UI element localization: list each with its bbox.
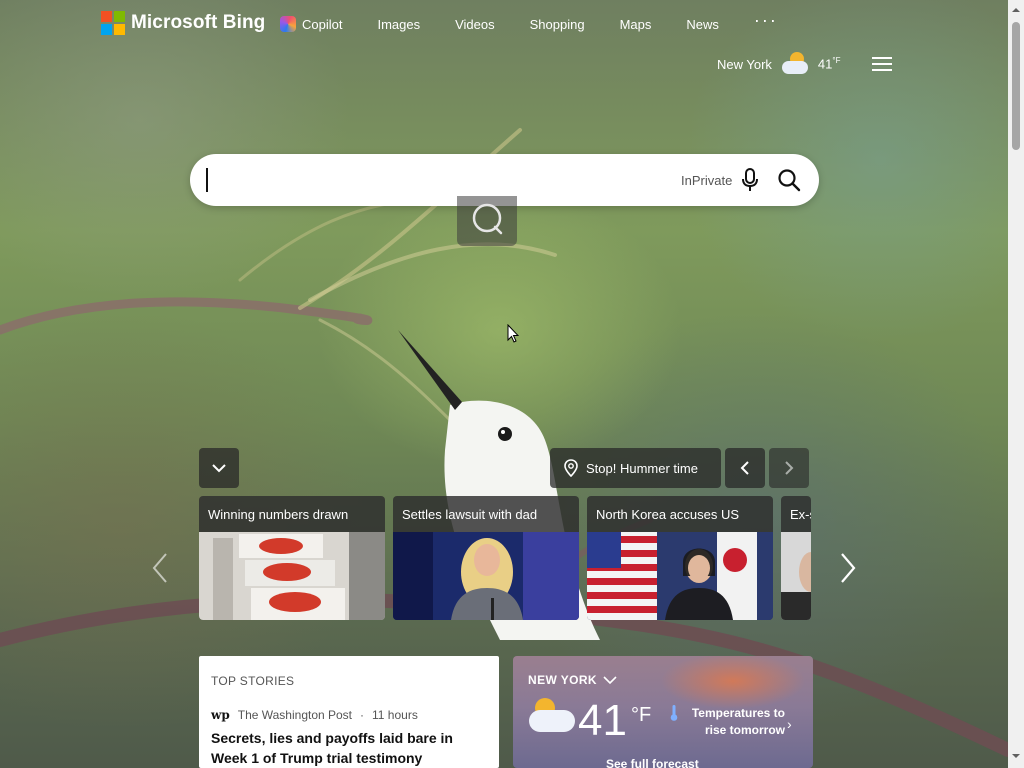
nav-label: Maps — [619, 16, 652, 32]
carousel-right-arrow-icon[interactable] — [836, 550, 860, 586]
mouse-cursor-icon — [507, 324, 519, 343]
chevron-left-icon — [740, 461, 749, 475]
nav-images[interactable]: Images — [377, 17, 420, 32]
weather-description: Temperatures to rise tomorrow — [691, 706, 785, 737]
more-icon[interactable]: ··· — [754, 10, 778, 31]
nav-copilot[interactable]: Copilot — [280, 16, 342, 32]
news-card[interactable]: Winning numbers drawn — [199, 496, 385, 620]
header-weather[interactable]: New York 41°F — [717, 52, 840, 76]
chevron-right-icon — [785, 461, 794, 475]
story-age: 11 hours — [372, 708, 418, 722]
copilot-icon — [280, 16, 296, 32]
weather-unit: °F — [631, 704, 652, 726]
carousel-left-arrow-icon[interactable] — [148, 550, 172, 586]
weather-city-selector[interactable]: NEW YORK — [528, 673, 617, 687]
news-card-image — [199, 532, 385, 620]
thermometer-icon — [670, 705, 678, 721]
story-source[interactable]: wp The Washington Post · 11 hours — [211, 708, 487, 722]
nav-label: News — [686, 16, 719, 32]
nav-label: Images — [377, 16, 421, 32]
nav-label: Shopping — [529, 16, 585, 32]
scrollbar[interactable] — [1008, 0, 1024, 768]
news-card-title: Ex-s — [790, 507, 811, 522]
weather-temperature: 41 — [578, 696, 627, 745]
chevron-down-icon — [603, 676, 617, 685]
weather-card[interactable]: NEW YORK 41 °F Temperatures to rise tomo… — [513, 656, 813, 768]
nav-label: Copilot — [302, 16, 343, 32]
weather-city: NEW YORK — [528, 673, 597, 687]
news-card-image — [781, 532, 811, 620]
previous-image-button[interactable] — [725, 448, 765, 488]
story-headline[interactable]: Secrets, lies and payoffs laid bare in W… — [211, 728, 487, 768]
logo-text: Microsoft Bing — [131, 12, 266, 33]
chevron-down-icon — [212, 464, 226, 473]
partly-cloudy-icon — [780, 52, 810, 76]
news-card-image — [587, 532, 773, 620]
news-card[interactable]: North Korea accuses US — [587, 496, 773, 620]
collapse-button[interactable] — [199, 448, 239, 488]
chevron-right-icon: › — [787, 716, 792, 732]
news-card-title: Settles lawsuit with dad — [402, 507, 538, 522]
scroll-up-icon[interactable] — [1012, 6, 1020, 14]
microsoft-logo-icon — [101, 11, 125, 35]
news-card-title: North Korea accuses US — [596, 507, 740, 522]
image-title-button[interactable]: Stop! Hummer time — [550, 448, 721, 488]
news-card[interactable]: Settles lawsuit with dad — [393, 496, 579, 620]
nav-label: Videos — [455, 16, 495, 32]
news-card-image — [393, 532, 579, 620]
inprivate-label: InPrivate — [681, 173, 733, 188]
header-location: New York — [717, 56, 772, 72]
top-stories-heading: TOP STORIES — [211, 674, 295, 688]
visual-search-icon — [472, 203, 503, 235]
top-stories-card: TOP STORIES wp The Washington Post · 11 … — [199, 656, 499, 768]
header: Microsoft Bing Copilot Images Videos Sho… — [0, 0, 1008, 74]
bing-logo[interactable]: Microsoft Bing — [101, 11, 265, 35]
header-temperature: 41°F — [817, 56, 841, 72]
washington-post-logo-icon: wp — [211, 708, 230, 722]
news-card[interactable]: Ex-s — [781, 496, 811, 620]
nav-videos[interactable]: Videos — [455, 17, 495, 32]
nav-maps[interactable]: Maps — [620, 17, 652, 32]
full-forecast-link[interactable]: See full forecast — [606, 757, 699, 768]
search-icon[interactable] — [777, 168, 801, 192]
scrollbar-thumb[interactable] — [1012, 22, 1020, 150]
source-separator: · — [360, 708, 365, 722]
menu-icon[interactable] — [872, 57, 892, 71]
source-name: The Washington Post — [237, 708, 353, 722]
news-card-title: Winning numbers drawn — [208, 507, 349, 522]
visual-search-button[interactable] — [457, 196, 517, 246]
location-pin-icon — [564, 459, 578, 477]
image-title: Stop! Hummer time — [586, 460, 698, 476]
nav-shopping[interactable]: Shopping — [530, 17, 585, 32]
next-image-button[interactable] — [769, 448, 809, 488]
top-nav: Copilot Images Videos Shopping Maps News… — [280, 10, 778, 32]
scroll-down-icon[interactable] — [1012, 752, 1020, 760]
partly-cloudy-icon — [527, 694, 577, 738]
microphone-icon[interactable] — [741, 168, 759, 192]
search-input[interactable] — [206, 168, 646, 192]
nav-news[interactable]: News — [686, 17, 719, 32]
background-image — [0, 128, 1008, 757]
